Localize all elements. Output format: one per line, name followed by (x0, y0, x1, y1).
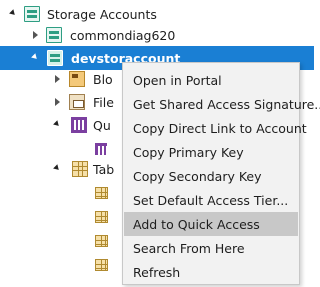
tree-node-label: File (93, 95, 114, 110)
blob-container-icon (69, 71, 85, 87)
menu-item-copy-direct-link[interactable]: Copy Direct Link to Account (124, 116, 307, 140)
menu-item-get-shared-access-signature[interactable]: Get Shared Access Signature... (124, 92, 320, 116)
tree-node-label: Tab (93, 162, 115, 177)
collapsed-arrow-icon[interactable] (30, 30, 40, 40)
table-icon (95, 259, 108, 271)
menu-item-open-in-portal[interactable]: Open in Portal (124, 68, 298, 92)
context-menu: Open in Portal Get Shared Access Signatu… (122, 62, 320, 285)
table-icon (95, 187, 108, 199)
table-icon (95, 235, 108, 247)
menu-item-copy-secondary-key[interactable]: Copy Secondary Key (124, 164, 298, 188)
expanded-arrow-icon[interactable] (30, 53, 40, 63)
tree-node-commondiag620[interactable]: commondiag620 (0, 23, 314, 47)
file-share-icon (69, 94, 85, 110)
queue-icon (71, 117, 87, 133)
expanded-arrow-icon[interactable] (52, 120, 62, 130)
menu-item-set-default-access-tier[interactable]: Set Default Access Tier... (124, 188, 298, 212)
menu-item-search-from-here[interactable]: Search From Here (124, 236, 298, 260)
expanded-arrow-icon[interactable] (8, 9, 18, 19)
collapsed-arrow-icon[interactable] (52, 74, 62, 84)
table-icon (95, 211, 108, 223)
table-icon (72, 161, 88, 177)
storage-account-icon (47, 50, 63, 66)
collapsed-arrow-icon[interactable] (52, 97, 62, 107)
storage-account-icon (24, 6, 40, 22)
menu-item-add-to-quick-access[interactable]: Add to Quick Access (124, 212, 298, 236)
storage-account-icon (46, 27, 62, 43)
expanded-arrow-icon[interactable] (52, 164, 62, 174)
menu-item-refresh[interactable]: Refresh (124, 260, 298, 284)
menu-item-copy-primary-key[interactable]: Copy Primary Key (124, 140, 298, 164)
tree-node-label: Storage Accounts (47, 7, 157, 22)
queue-icon (95, 143, 107, 156)
tree-node-label: commondiag620 (70, 28, 176, 43)
tree-node-label: Qu (93, 118, 111, 133)
tree-node-label: Blo (93, 72, 113, 87)
